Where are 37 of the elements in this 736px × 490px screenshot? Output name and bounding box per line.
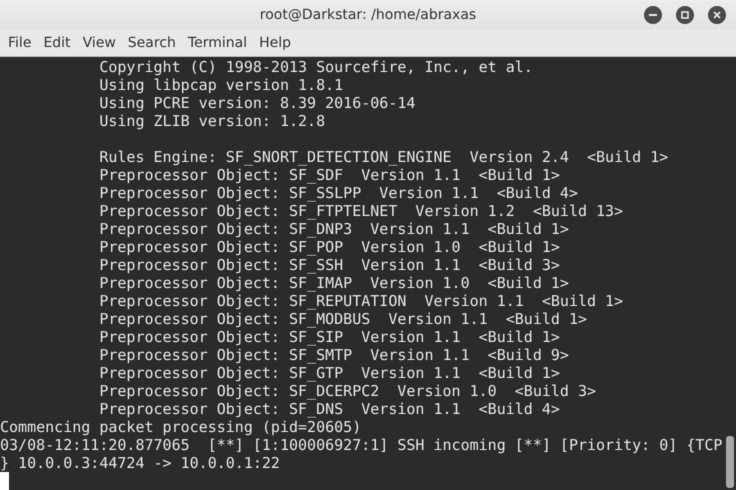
terminal-line: Preprocessor Object: SF_SSH Version 1.1 <Build 3>: [98, 256, 561, 274]
terminal-line: Preprocessor Object: SF_SDF Version 1.1 <Build 1>: [98, 166, 561, 184]
terminal-line: Commencing packet processing (pid=20605): [0, 418, 362, 436]
terminal-line: Preprocessor Object: SF_FTPTELNET Version 1.2 <Build 13>: [98, 202, 624, 220]
menu-item[interactable]: Terminal: [182, 35, 254, 51]
terminal-line: Preprocessor Object: SF_DNP3 Version 1.1 <Build 1>: [98, 220, 570, 238]
maximize-button[interactable]: [676, 6, 694, 24]
terminal-line: Preprocessor Object: SF_POP Version 1.0 <Build 1>: [98, 238, 561, 256]
scrollbar-thumb[interactable]: [726, 436, 734, 488]
terminal-line: Preprocessor Object: SF_DCERPC2 Version 1.0 <Build 3>: [98, 382, 598, 400]
terminal-line: } 10.0.0.3:44724 -> 10.0.0.1:22: [0, 454, 281, 472]
terminal-line: Preprocessor Object: SF_SIP Version 1.1 <Build 1>: [98, 328, 561, 346]
terminal-line: Using libpcap version 1.8.1: [98, 76, 344, 94]
terminal-line: Rules Engine: SF_SNORT_DETECTION_ENGINE Version 2.4 <Build 1>: [98, 148, 670, 166]
menu-item[interactable]: Search: [122, 35, 182, 51]
terminal-line: Copyright (C) 1998-2013 Sourcefire, Inc., et al.: [98, 58, 534, 76]
text-cursor: [0, 472, 9, 490]
terminal-line: Preprocessor Object: SF_SSLPP Version 1.1 <Build 4>: [98, 184, 579, 202]
terminal-line: Using ZLIB version: 1.2.8: [98, 112, 326, 130]
terminal-line: Using PCRE version: 8.39 2016-06-14: [98, 94, 416, 112]
minimize-icon: [649, 14, 657, 16]
terminal-line: Preprocessor Object: SF_GTP Version 1.1 <Build 1>: [98, 364, 561, 382]
maximize-icon: [681, 11, 689, 19]
terminal-line: Preprocessor Object: SF_MODBUS Version 1.1 <Build 1>: [98, 310, 588, 328]
terminal-line: Preprocessor Object: SF_DNS Version 1.1 <Build 4>: [98, 400, 561, 418]
terminal-line: Preprocessor Object: SF_SMTP Version 1.1 <Build 9>: [98, 346, 570, 364]
terminal-line: Preprocessor Object: SF_IMAP Version 1.0 <Build 1>: [98, 274, 570, 292]
menu-item[interactable]: File: [2, 35, 38, 51]
menu-item[interactable]: View: [76, 35, 122, 51]
window-title: root@Darkstar: /home/abraxas: [260, 7, 476, 23]
close-button[interactable]: [708, 6, 726, 24]
minimize-button[interactable]: [644, 6, 662, 24]
menu-item[interactable]: Help: [253, 35, 297, 51]
terminal-line: 03/08-12:11:20.877065 [**] [1:100006927:1] SSH incoming [**] [Priority: 0] {TCP: [0, 436, 724, 454]
close-icon: [713, 11, 721, 19]
menu-item[interactable]: Edit: [37, 35, 77, 51]
terminal-line: Preprocessor Object: SF_REPUTATION Version 1.1 <Build 1>: [98, 292, 624, 310]
